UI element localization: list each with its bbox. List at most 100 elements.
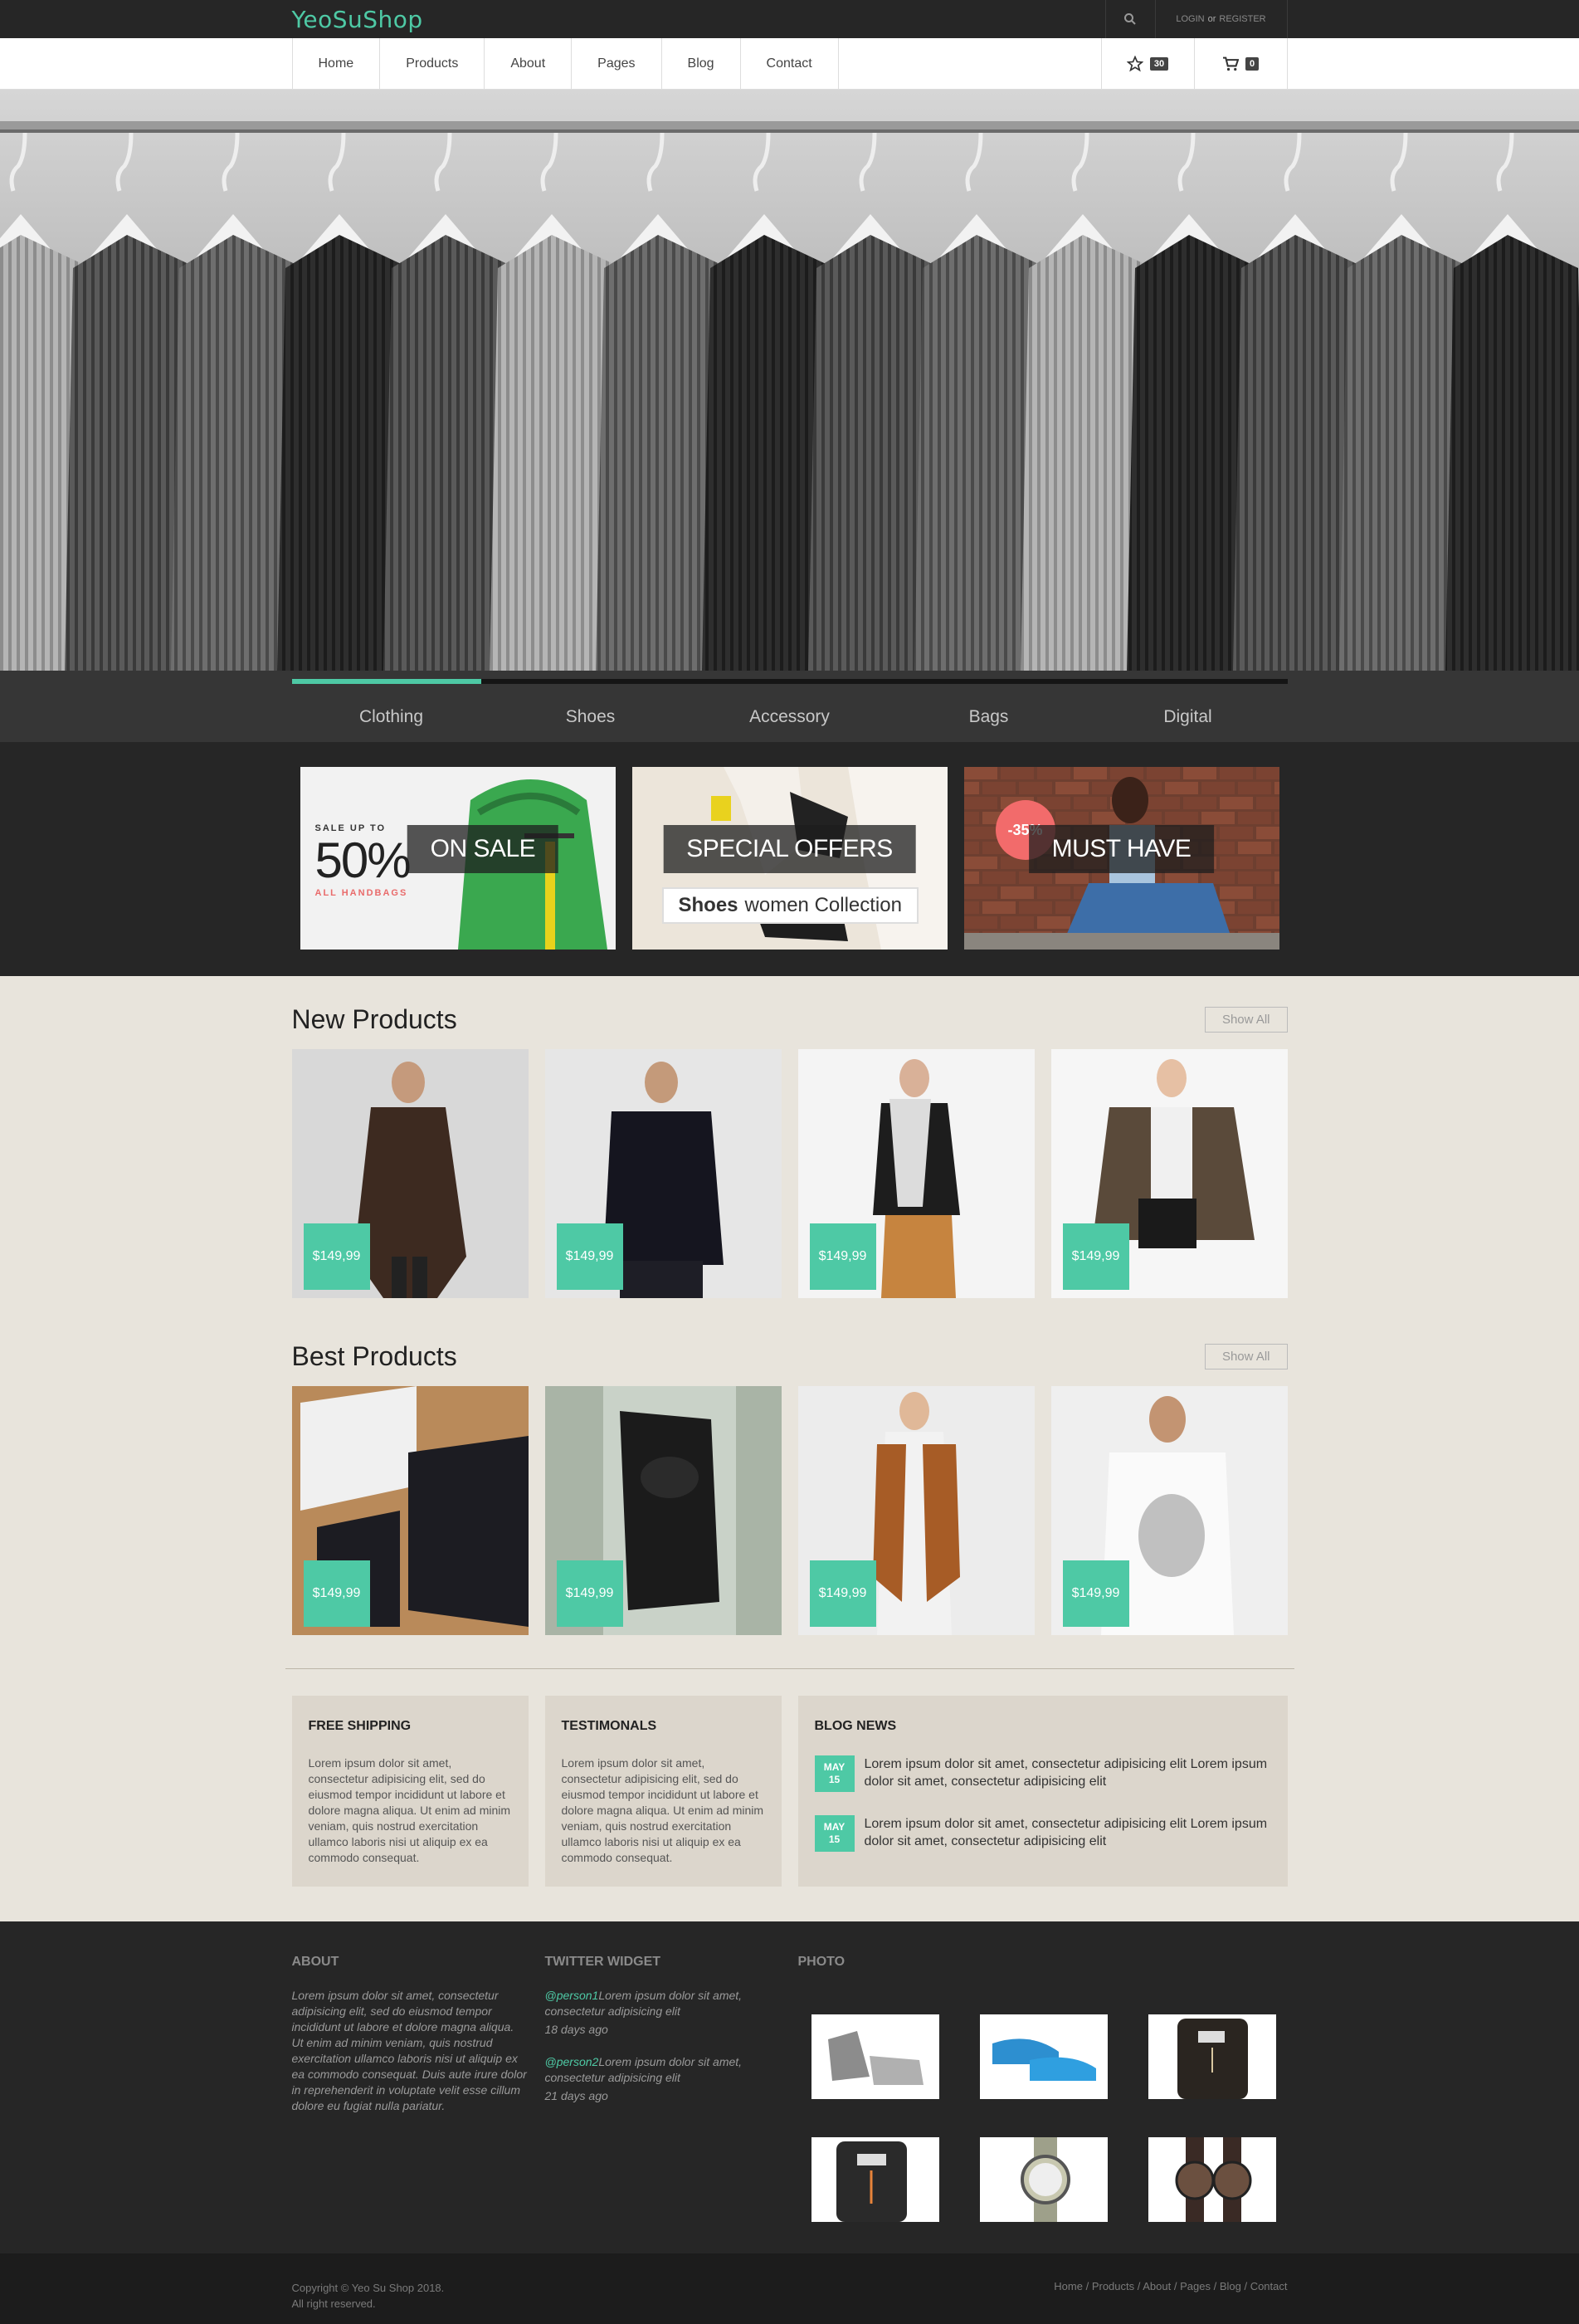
photo-thumb[interactable] bbox=[1148, 2137, 1276, 2222]
photo-thumb[interactable] bbox=[979, 2014, 1108, 2099]
photo-thumb[interactable] bbox=[811, 2137, 939, 2222]
brick bbox=[1219, 827, 1253, 839]
brick bbox=[1164, 782, 1198, 794]
brick bbox=[1237, 842, 1271, 854]
promo-on-sale[interactable]: SALE UP TO 50% ALL HANDBAGS ON SALE bbox=[300, 767, 616, 950]
category-accessory[interactable]: Accessory bbox=[690, 671, 889, 742]
wishlist-count: 30 bbox=[1149, 57, 1169, 71]
brick bbox=[963, 827, 997, 839]
category-digital[interactable]: Digital bbox=[1089, 671, 1288, 742]
brick bbox=[1055, 812, 1089, 824]
brick bbox=[982, 901, 1016, 914]
promo-special-offers[interactable]: SPECIAL OFFERS Shoes women Collection bbox=[631, 767, 948, 950]
nav-about[interactable]: About bbox=[485, 38, 573, 90]
photo-thumb[interactable] bbox=[979, 2137, 1108, 2222]
footer-link-products[interactable]: Products bbox=[1092, 2280, 1134, 2292]
nav-products[interactable]: Products bbox=[380, 38, 485, 90]
photo-thumb[interactable] bbox=[811, 2014, 939, 2099]
brick bbox=[963, 812, 979, 824]
footer-link-contact[interactable]: Contact bbox=[1250, 2280, 1288, 2292]
best-products-title: Best Products bbox=[291, 1340, 457, 1371]
brick bbox=[1018, 872, 1052, 884]
auth-separator: or bbox=[1207, 14, 1216, 24]
copyright: Copyright © Yeo Su Shop 2018. All right … bbox=[292, 2280, 445, 2312]
footer-photo-title: PHOTO bbox=[797, 1955, 846, 1969]
new-products-title: New Products bbox=[291, 1003, 457, 1034]
new-products-show-all[interactable]: Show All bbox=[1204, 1006, 1288, 1033]
main-nav: Home Products About Pages Blog Contact 3… bbox=[0, 38, 1579, 90]
blog-news-item[interactable]: MAY 15 Lorem ipsum dolor sit amet, consec… bbox=[814, 1755, 1271, 1792]
brick bbox=[1237, 901, 1271, 914]
product-card[interactable]: $149,99 bbox=[1050, 1386, 1288, 1635]
product-card[interactable]: $149,99 bbox=[797, 1049, 1035, 1298]
brick bbox=[1219, 767, 1253, 779]
footer-link-home[interactable]: Home bbox=[1054, 2280, 1083, 2292]
product-card[interactable]: $149,99 bbox=[544, 1049, 782, 1298]
brick bbox=[1018, 782, 1052, 794]
product-card[interactable]: $149,99 bbox=[544, 1386, 782, 1635]
brick bbox=[1146, 797, 1180, 809]
brick bbox=[1274, 872, 1279, 884]
search-button[interactable] bbox=[1104, 0, 1155, 38]
footer-about-title: ABOUT bbox=[291, 1955, 339, 1969]
brick bbox=[1201, 782, 1235, 794]
tweet-handle[interactable]: @person2 bbox=[545, 2055, 599, 2068]
hero-slider bbox=[0, 90, 1579, 671]
login-link[interactable]: LOGIN bbox=[1176, 14, 1204, 24]
copyright-line: Copyright © Yeo Su Shop 2018. bbox=[291, 2282, 445, 2294]
best-products-show-all[interactable]: Show All bbox=[1204, 1343, 1288, 1370]
photo-thumb[interactable] bbox=[1148, 2014, 1276, 2099]
nav-pages[interactable]: Pages bbox=[572, 38, 662, 90]
best-products-header: Best Products Show All bbox=[292, 1338, 1288, 1374]
brick bbox=[982, 872, 1016, 884]
tweet-time: 21 days ago bbox=[544, 2089, 608, 2102]
blog-news-title: BLOG NEWS bbox=[814, 1719, 897, 1733]
brick bbox=[1000, 916, 1034, 929]
wishlist-button[interactable]: 30 bbox=[1100, 38, 1194, 90]
footer-photo: PHOTO bbox=[798, 1955, 1288, 2222]
brick bbox=[1036, 916, 1070, 929]
backpack-photo bbox=[811, 2137, 939, 2222]
brick bbox=[1237, 872, 1271, 884]
brick bbox=[1255, 886, 1279, 899]
promo-strip: SALE UP TO 50% ALL HANDBAGS ON SALE SPEC… bbox=[0, 742, 1579, 976]
tweet-time: 18 days ago bbox=[544, 2023, 608, 2036]
footer-link-pages[interactable]: Pages bbox=[1180, 2280, 1211, 2292]
nav-home[interactable]: Home bbox=[293, 38, 381, 90]
register-link[interactable]: REGISTER bbox=[1219, 14, 1265, 24]
nav-contact[interactable]: Contact bbox=[741, 38, 839, 90]
product-card[interactable]: $149,99 bbox=[291, 1386, 529, 1635]
brick bbox=[1255, 916, 1279, 929]
category-shoes[interactable]: Shoes bbox=[491, 671, 690, 742]
bottom-bar: Copyright © Yeo Su Shop 2018. All right … bbox=[0, 2253, 1579, 2324]
auth-links: LOGIN or REGISTER bbox=[1154, 0, 1288, 38]
sneaker-photo bbox=[811, 2014, 939, 2099]
brick bbox=[1146, 767, 1180, 779]
site-logo[interactable]: YeoSuShop bbox=[292, 6, 423, 33]
search-icon bbox=[1124, 13, 1136, 25]
star-icon bbox=[1126, 56, 1143, 72]
product-card[interactable]: $149,99 bbox=[291, 1049, 529, 1298]
watch-photo bbox=[979, 2137, 1108, 2222]
garment bbox=[1445, 235, 1579, 671]
product-card[interactable]: $149,99 bbox=[797, 1386, 1035, 1635]
nav-blog[interactable]: Blog bbox=[662, 38, 741, 90]
promo-sub-bold: Shoes bbox=[678, 894, 738, 916]
category-clothing[interactable]: Clothing bbox=[292, 671, 491, 742]
testimonials-title: TESTIMONALS bbox=[561, 1719, 657, 1733]
news-date-badge: MAY 15 bbox=[814, 1755, 855, 1792]
footer-twitter-title: TWITTER WIDGET bbox=[544, 1955, 661, 1969]
product-price: $149,99 bbox=[1062, 1223, 1129, 1290]
category-bags[interactable]: Bags bbox=[889, 671, 1089, 742]
footer-link-about[interactable]: About bbox=[1143, 2280, 1171, 2292]
product-card[interactable]: $149,99 bbox=[1050, 1049, 1288, 1298]
tweet-handle[interactable]: @person1 bbox=[545, 1989, 599, 2002]
cart-button[interactable]: 0 bbox=[1193, 38, 1287, 90]
promo-must-have[interactable]: -35% MUST HAVE bbox=[963, 767, 1279, 950]
watches-photo bbox=[1148, 2137, 1276, 2222]
testimonials-text: Lorem ipsum dolor sit amet, consectetur … bbox=[561, 1756, 764, 1864]
promo-caption: SPECIAL OFFERS bbox=[663, 825, 916, 873]
brick bbox=[963, 767, 997, 779]
footer-link-blog[interactable]: Blog bbox=[1220, 2280, 1241, 2292]
blog-news-item[interactable]: MAY 15 Lorem ipsum dolor sit amet, consec… bbox=[814, 1815, 1271, 1852]
